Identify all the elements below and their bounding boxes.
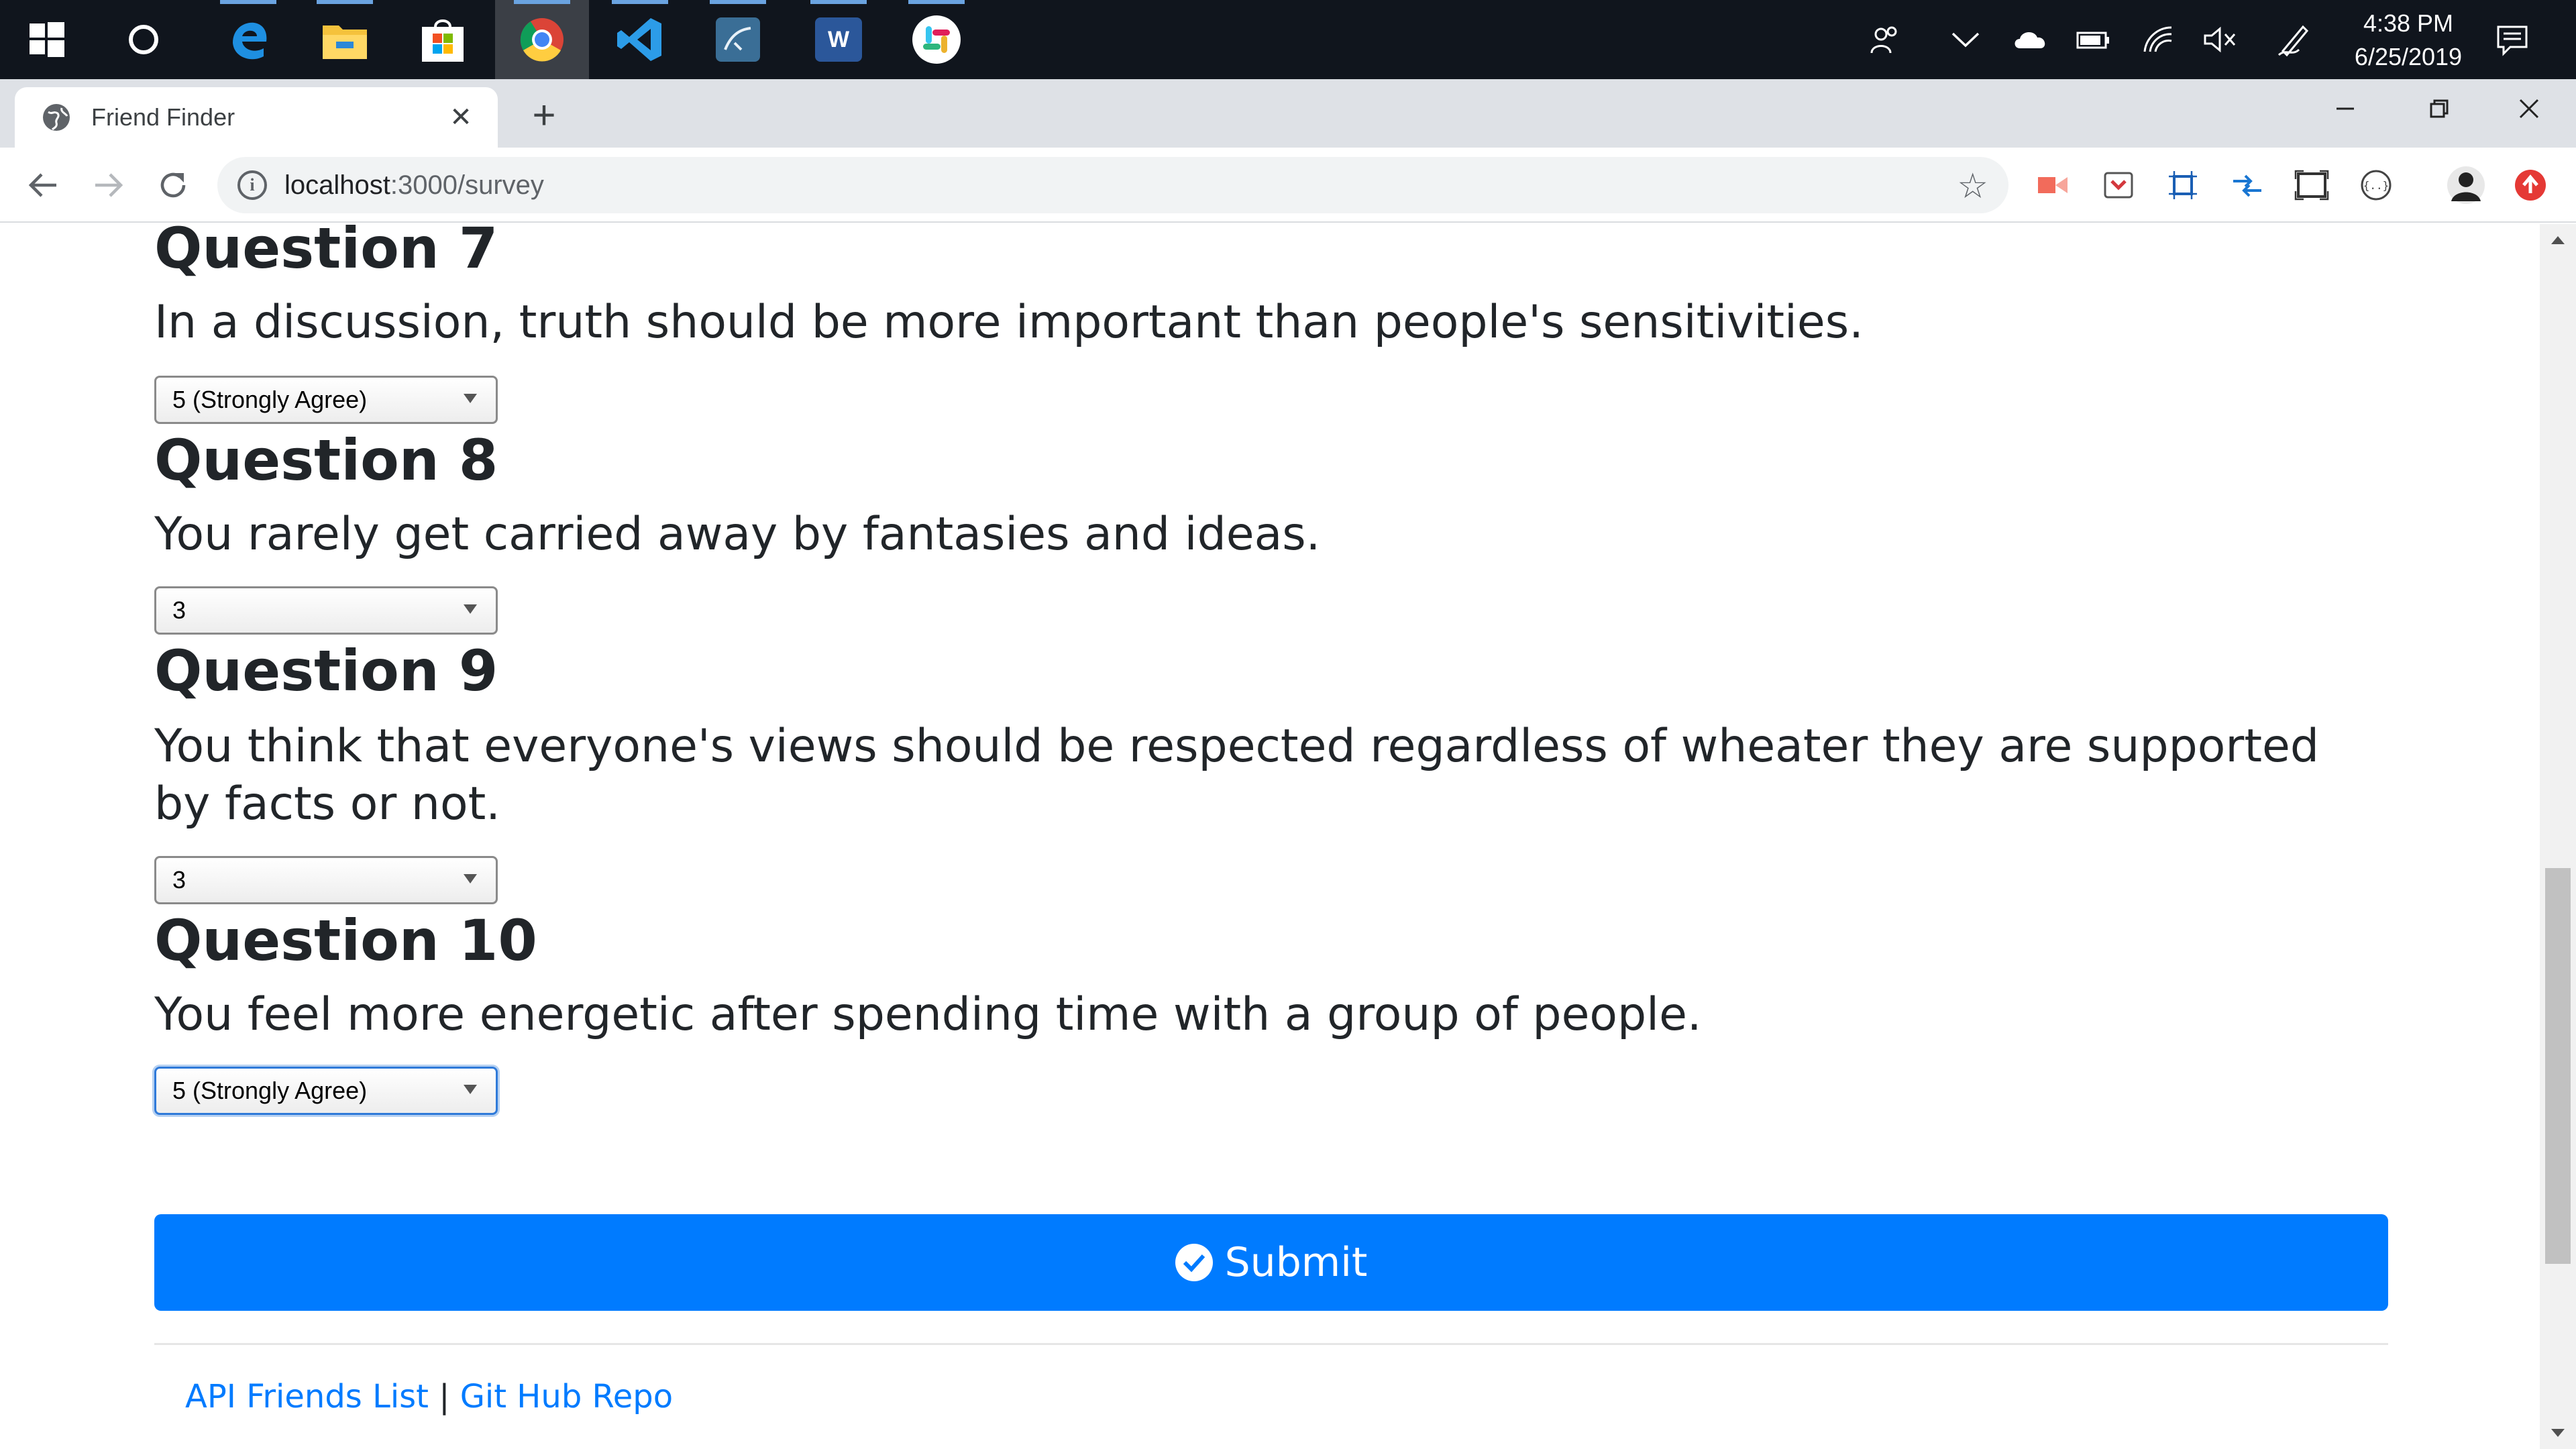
onedrive-icon[interactable] bbox=[2003, 0, 2057, 79]
vscode-icon bbox=[617, 18, 661, 61]
question-7-selected-value: 5 (Strongly Agree) bbox=[172, 386, 368, 413]
browser-toolbar: i localhost:3000/survey ☆ {..} bbox=[0, 148, 2576, 223]
extension-json-viewer-icon[interactable]: {..} bbox=[2356, 165, 2396, 205]
restore-icon bbox=[2430, 99, 2449, 118]
dropdown-arrow-icon bbox=[464, 1085, 477, 1094]
question-8-text: You rarely get carried away by fantasies… bbox=[154, 508, 1321, 561]
question-8-select[interactable]: 3 bbox=[154, 586, 498, 635]
dropdown-arrow-icon bbox=[464, 874, 477, 883]
question-10-text: You feel more energetic after spending t… bbox=[154, 988, 1702, 1041]
minimize-icon bbox=[2337, 107, 2354, 110]
chrome-icon bbox=[520, 18, 564, 62]
api-friends-list-link[interactable]: API Friends List bbox=[185, 1378, 429, 1415]
wifi-icon[interactable] bbox=[2131, 0, 2184, 79]
site-info-icon[interactable]: i bbox=[237, 170, 267, 200]
reload-button[interactable] bbox=[150, 162, 196, 208]
windows-taskbar: W 4:38 PM 6/25/2019 bbox=[0, 0, 2576, 79]
mysql-workbench-icon bbox=[716, 17, 760, 62]
clock-time: 4:38 PM bbox=[2363, 9, 2454, 37]
question-9-title: Question 9 bbox=[154, 638, 498, 704]
file-explorer-icon bbox=[323, 25, 367, 59]
url-text[interactable]: localhost:3000/survey bbox=[284, 170, 544, 201]
battery-icon[interactable] bbox=[2066, 0, 2120, 79]
clock-date: 6/25/2019 bbox=[2354, 43, 2463, 70]
word-icon: W bbox=[815, 17, 862, 62]
update-available-icon[interactable] bbox=[2510, 165, 2551, 205]
taskbar-edge[interactable] bbox=[201, 0, 295, 79]
windows-start-icon bbox=[30, 22, 64, 57]
scroll-up-icon[interactable] bbox=[2551, 236, 2565, 244]
dropdown-arrow-icon bbox=[464, 394, 477, 403]
globe-icon bbox=[43, 104, 70, 131]
arrow-right-icon bbox=[95, 173, 123, 197]
restore-button[interactable] bbox=[2392, 79, 2486, 138]
tab-title: Friend Finder bbox=[91, 103, 235, 131]
microsoft-store-icon bbox=[422, 19, 464, 62]
question-9-text: You think that everyone's views should b… bbox=[154, 720, 2320, 830]
address-bar[interactable]: i localhost:3000/survey ☆ bbox=[217, 157, 2008, 213]
url-path: :3000/survey bbox=[390, 170, 544, 200]
submit-button[interactable]: Submit bbox=[154, 1214, 2388, 1311]
windows-start-button[interactable] bbox=[0, 0, 94, 79]
question-10-title: Question 10 bbox=[154, 908, 537, 973]
extension-pocket-icon[interactable] bbox=[2098, 165, 2139, 205]
browser-tab-strip: Friend Finder ✕ + bbox=[0, 79, 2576, 148]
svg-text:{..}: {..} bbox=[2363, 179, 2390, 192]
taskbar-slack[interactable] bbox=[890, 0, 983, 79]
bookmark-star-icon[interactable]: ☆ bbox=[1957, 166, 1988, 207]
edge-icon bbox=[233, 22, 267, 60]
question-10-select[interactable]: 5 (Strongly Agree) bbox=[154, 1067, 498, 1115]
forward-button[interactable] bbox=[86, 162, 131, 208]
page-scrollbar[interactable] bbox=[2540, 224, 2576, 1449]
footer-separator: | bbox=[439, 1378, 450, 1415]
dropdown-arrow-icon bbox=[464, 604, 477, 614]
scrollbar-thumb[interactable] bbox=[2545, 868, 2571, 1264]
footer-links: API Friends List | Git Hub Repo bbox=[185, 1378, 673, 1415]
cortana-button[interactable] bbox=[97, 0, 191, 79]
taskbar-vscode[interactable] bbox=[593, 0, 687, 79]
taskbar-file-explorer[interactable] bbox=[298, 0, 392, 79]
cortana-icon bbox=[129, 25, 158, 54]
question-9-select[interactable]: 3 bbox=[154, 856, 498, 904]
taskbar-chrome[interactable] bbox=[495, 0, 589, 79]
extension-screenshot-icon[interactable] bbox=[2292, 165, 2332, 205]
footer-divider bbox=[154, 1343, 2388, 1345]
github-repo-link[interactable]: Git Hub Repo bbox=[460, 1378, 673, 1415]
arrow-left-icon bbox=[28, 173, 56, 197]
people-icon[interactable] bbox=[1858, 0, 1912, 79]
taskbar-word[interactable]: W bbox=[792, 0, 885, 79]
url-host: localhost bbox=[284, 170, 390, 200]
survey-page: Question 7 In a discussion, truth should… bbox=[0, 224, 2540, 1449]
pen-ink-icon[interactable] bbox=[2267, 0, 2321, 79]
taskbar-store[interactable] bbox=[396, 0, 490, 79]
tab-friend-finder[interactable]: Friend Finder ✕ bbox=[15, 87, 498, 148]
question-8-title: Question 8 bbox=[154, 427, 498, 493]
window-close-button[interactable] bbox=[2482, 79, 2576, 138]
question-9-selected-value: 3 bbox=[172, 866, 186, 894]
back-button[interactable] bbox=[20, 162, 66, 208]
question-7-select[interactable]: 5 (Strongly Agree) bbox=[154, 376, 498, 424]
extension-dimensions-icon[interactable] bbox=[2163, 165, 2203, 205]
tab-close-icon[interactable]: ✕ bbox=[444, 101, 478, 134]
close-icon bbox=[2519, 99, 2539, 119]
chevron-up-icon[interactable] bbox=[1939, 0, 1992, 79]
minimize-button[interactable] bbox=[2298, 79, 2392, 138]
system-clock[interactable]: 4:38 PM 6/25/2019 bbox=[2341, 7, 2475, 74]
taskbar-mysql-workbench[interactable] bbox=[691, 0, 785, 79]
submit-label: Submit bbox=[1224, 1239, 1368, 1286]
action-center-icon[interactable] bbox=[2482, 0, 2542, 79]
question-10-selected-value: 5 (Strongly Agree) bbox=[172, 1077, 368, 1104]
scroll-down-icon[interactable] bbox=[2551, 1429, 2565, 1437]
new-tab-button[interactable]: + bbox=[522, 93, 566, 138]
profile-avatar[interactable] bbox=[2446, 165, 2486, 205]
question-7-text: In a discussion, truth should be more im… bbox=[154, 296, 1864, 349]
reload-icon bbox=[160, 172, 186, 198]
slack-icon bbox=[912, 15, 961, 64]
question-7-title: Question 7 bbox=[154, 224, 498, 281]
check-circle-icon bbox=[1175, 1244, 1213, 1281]
extension-screencastify-icon[interactable] bbox=[2033, 165, 2073, 205]
extension-arrows-icon[interactable] bbox=[2227, 165, 2267, 205]
question-8-selected-value: 3 bbox=[172, 596, 186, 624]
volume-muted-icon[interactable] bbox=[2194, 0, 2247, 79]
